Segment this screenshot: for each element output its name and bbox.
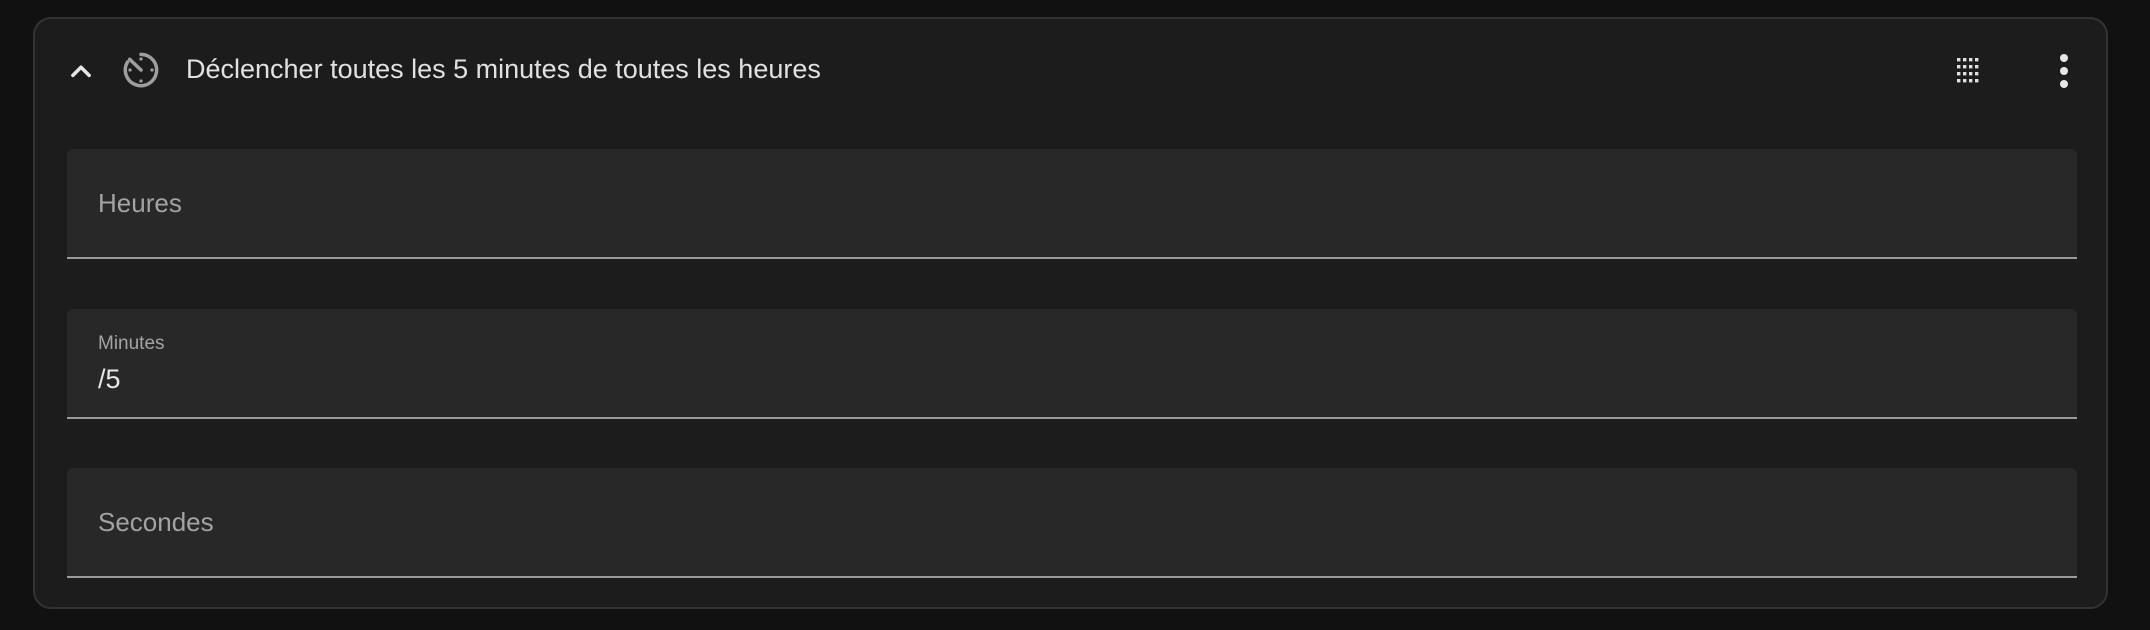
trigger-title: Déclencher toutes les 5 minutes de toute… bbox=[186, 54, 821, 84]
drag-handle-icon bbox=[1957, 58, 1979, 83]
timer-clock-icon bbox=[123, 52, 159, 88]
trigger-type-icon-wrap bbox=[117, 46, 165, 94]
hours-field-label: Heures bbox=[98, 188, 182, 218]
dots-vertical-icon bbox=[2060, 54, 2068, 88]
seconds-field[interactable]: Secondes bbox=[67, 468, 2077, 578]
minutes-field-value: /5 bbox=[98, 364, 121, 394]
collapse-button[interactable] bbox=[57, 47, 105, 95]
drag-handle[interactable] bbox=[1944, 47, 1992, 95]
minutes-field[interactable]: Minutes /5 bbox=[67, 309, 2077, 419]
overflow-menu-button[interactable] bbox=[2040, 47, 2088, 95]
trigger-card: Déclencher toutes les 5 minutes de toute… bbox=[33, 17, 2108, 609]
hours-field[interactable]: Heures bbox=[67, 149, 2077, 259]
seconds-field-label: Secondes bbox=[98, 507, 214, 537]
minutes-field-label: Minutes bbox=[98, 333, 165, 354]
trigger-card-header[interactable]: Déclencher toutes les 5 minutes de toute… bbox=[35, 19, 2106, 113]
chevron-up-icon bbox=[71, 65, 91, 78]
